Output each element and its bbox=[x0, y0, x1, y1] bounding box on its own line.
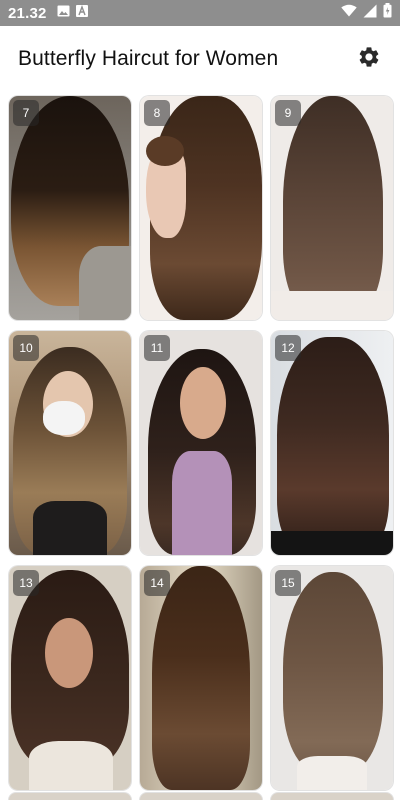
image-number-badge: 12 bbox=[275, 335, 301, 361]
gear-icon bbox=[357, 45, 381, 74]
gallery-card[interactable]: 12 bbox=[271, 331, 393, 555]
gallery-card[interactable]: 15 bbox=[271, 566, 393, 790]
text-a-icon bbox=[75, 4, 88, 22]
status-bar: 21.32 bbox=[0, 0, 400, 26]
wifi-icon bbox=[341, 4, 357, 22]
image-number-badge: 7 bbox=[13, 100, 39, 126]
image-icon bbox=[57, 4, 70, 22]
image-number-badge: 14 bbox=[144, 570, 170, 596]
image-number-badge: 13 bbox=[13, 570, 39, 596]
gallery-card[interactable]: 14 bbox=[140, 566, 262, 790]
gallery-card[interactable]: 10 bbox=[9, 331, 131, 555]
gallery-card[interactable] bbox=[9, 793, 131, 800]
gallery-card[interactable] bbox=[140, 793, 262, 800]
settings-button[interactable] bbox=[356, 46, 382, 72]
status-time: 21.32 bbox=[8, 4, 47, 22]
page-title: Butterfly Haircut for Women bbox=[18, 47, 279, 70]
gallery-card[interactable]: 9 bbox=[271, 96, 393, 320]
gallery-card[interactable]: 13 bbox=[9, 566, 131, 790]
image-number-badge: 9 bbox=[275, 100, 301, 126]
gallery-card[interactable]: 8 bbox=[140, 96, 262, 320]
gallery-card[interactable]: 11 bbox=[140, 331, 262, 555]
gallery-card[interactable]: 7 bbox=[9, 96, 131, 320]
haircut-gallery: 7 8 9 10 11 12 13 14 15 bbox=[9, 96, 393, 790]
battery-icon bbox=[383, 3, 392, 23]
gallery-card[interactable] bbox=[271, 793, 393, 800]
image-number-badge: 10 bbox=[13, 335, 39, 361]
image-number-badge: 8 bbox=[144, 100, 170, 126]
signal-icon bbox=[363, 4, 377, 23]
status-notification-icons bbox=[57, 4, 88, 22]
image-number-badge: 15 bbox=[275, 570, 301, 596]
status-system-icons bbox=[341, 3, 392, 23]
gallery-next-row bbox=[9, 793, 393, 800]
image-number-badge: 11 bbox=[144, 335, 170, 361]
app-bar: Butterfly Haircut for Women bbox=[0, 26, 400, 92]
